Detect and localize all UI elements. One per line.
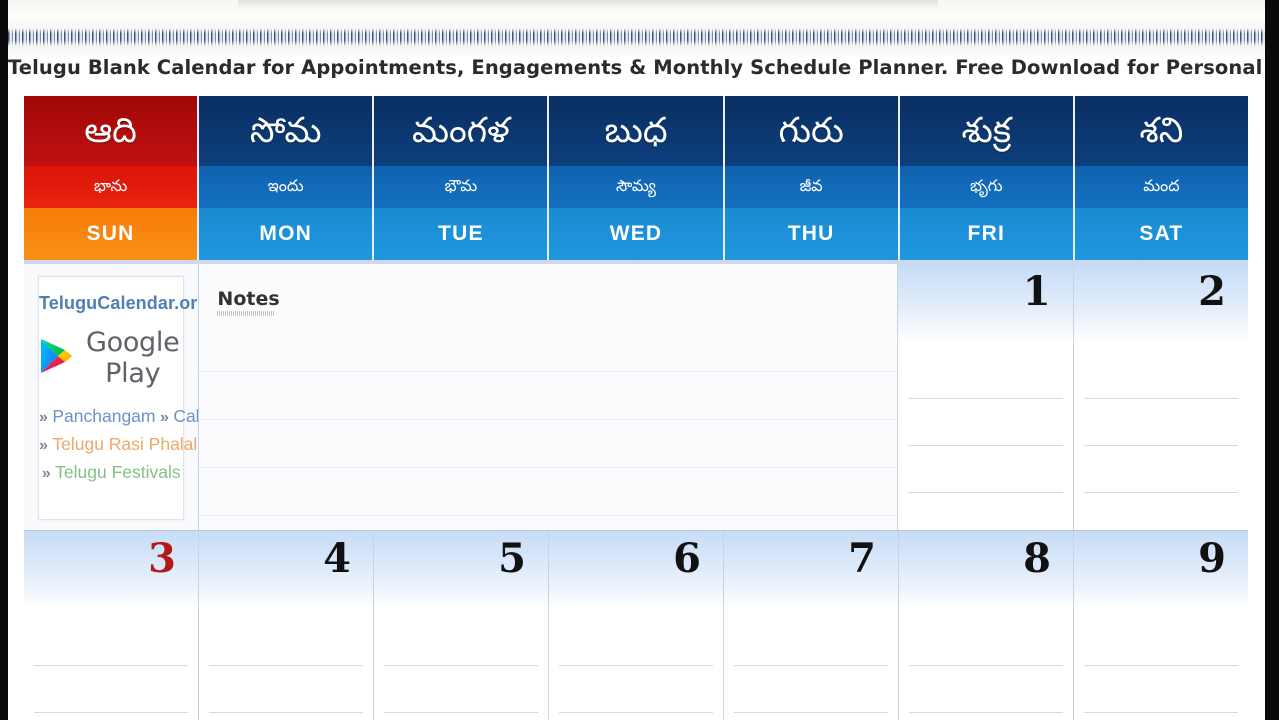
promo-cell: TeluguCalendar.org App [24,264,200,530]
screenshot-frame: Telugu Blank Calendar for Appointments, … [0,0,1279,720]
date-number: 2 [1198,268,1226,315]
app-promo-title: TeluguCalendar.org App [39,293,200,313]
weekday-header-sun: ఆది భాను SUN [24,96,200,260]
weekday-header-sat: శని మంద SAT [1074,96,1248,260]
date-ruled-lines [34,619,188,717]
notes-label: Notes [217,288,280,310]
chevron-right-icon: » [159,409,169,426]
weekday-telugu-alt-name: మంద [1074,166,1248,208]
weekday-english-abbr: WED [549,208,723,260]
weekday-header-tue: మంగళ భౌమ TUE [374,96,550,260]
date-ruled-lines [1084,619,1238,717]
weekday-telugu-alt-name: భృగు [899,166,1073,208]
date-ruled-lines [209,619,363,717]
weekday-telugu-name: సోమ [199,96,373,166]
date-ruled-lines [559,619,713,717]
calendar-grid: ఆది భాను SUN సోమ ఇందు MON మంగళ భౌమ TUE బుధ సౌమ్య WE… [24,96,1248,720]
calendar-week-row: 3 4 5 6 7 8 9 [24,531,1248,720]
weekday-telugu-name: మంగళ [374,96,548,166]
chevron-right-icon: » [39,409,48,426]
date-ruled-lines [908,352,1063,526]
weekday-telugu-alt-name: సౌమ్య [549,166,723,208]
chevron-right-icon: » [41,464,51,482]
date-number: 1 [1022,268,1051,315]
app-promo-box[interactable]: TeluguCalendar.org App [38,276,200,520]
weekday-telugu-name: గురు [724,96,898,166]
date-cell[interactable]: 7 [724,531,899,720]
weekday-english-abbr: FRI [899,208,1073,260]
date-ruled-lines [384,619,538,717]
date-number: 5 [498,535,526,582]
google-play-label: Google Play [86,327,180,389]
weekday-telugu-name: ఆది [24,96,198,166]
date-ruled-lines [1083,352,1238,526]
date-ruled-lines [734,619,888,717]
weekday-english-abbr: SAT [1074,208,1248,260]
date-number: 6 [673,535,701,582]
weekday-english-abbr: TUE [374,208,548,260]
link-telugu-festivals[interactable]: Telugu Festivals [55,462,180,482]
weekday-english-abbr: MON [199,208,373,260]
promo-link-row-3: » Telugu Festivals [39,459,183,487]
google-play-badge[interactable]: Google Play [39,327,183,389]
page-title: Telugu Blank Calendar for Appointments, … [8,56,1265,79]
date-ruled-lines [909,619,1063,717]
date-cell[interactable]: 1 [898,264,1074,530]
weekday-telugu-alt-name: భౌమ [374,166,548,208]
notes-cell[interactable]: Notes [199,264,899,530]
date-cell[interactable]: 2 [1073,264,1248,530]
date-number: 7 [848,535,876,582]
notes-underline [217,311,276,316]
weekday-telugu-alt-name: ఇందు [199,166,373,208]
date-number: 8 [1023,535,1051,582]
decorative-border-band [8,29,1265,46]
date-number: 9 [1198,535,1226,582]
weekday-english-abbr: THU [724,208,898,260]
date-cell[interactable]: 3 [24,531,199,720]
link-calendar[interactable]: Calendar [173,406,198,426]
link-panchangam[interactable]: Panchangam [52,406,155,426]
date-cell[interactable]: 8 [899,531,1074,720]
calendar-page: Telugu Blank Calendar for Appointments, … [8,0,1265,720]
weekday-header-thu: గురు జీవ THU [724,96,900,260]
weekday-header-row: ఆది భాను SUN సోమ ఇందు MON మంగళ భౌమ TUE బుధ సౌమ్య WE… [24,96,1248,264]
weekday-telugu-name: శుక్ర [899,96,1073,166]
date-number: 4 [323,535,351,582]
notes-ruled-lines [199,324,898,530]
weekday-telugu-name: శని [1074,96,1248,166]
promo-link-row-2: » Telugu Rasi Phalalu [39,431,198,459]
google-play-icon [39,337,73,380]
date-cell[interactable]: 4 [199,531,374,720]
weekday-header-fri: శుక్ర భృగు FRI [899,96,1075,260]
date-number: 3 [148,535,176,582]
weekday-telugu-alt-name: భాను [24,166,198,208]
promo-links: » Panchangam » Calendar » Telugu Rasi Ph… [39,403,198,487]
weekday-header-wed: బుధ సౌమ్య WED [549,96,725,260]
weekday-header-mon: సోమ ఇందు MON [199,96,375,260]
date-cell[interactable]: 9 [1074,531,1248,720]
weekday-telugu-name: బుధ [549,96,723,166]
chevron-right-icon: » [39,436,48,454]
date-cell[interactable]: 5 [374,531,549,720]
date-cell[interactable]: 6 [549,531,724,720]
calendar-week-row: TeluguCalendar.org App [24,264,1248,531]
paper-top-margin [8,0,1265,30]
weekday-telugu-alt-name: జీవ [724,166,898,208]
weekday-english-abbr: SUN [24,208,198,260]
promo-link-row-1: » Panchangam » Calendar [39,403,198,431]
link-telugu-rasi-phalalu[interactable]: Telugu Rasi Phalalu [52,434,198,454]
